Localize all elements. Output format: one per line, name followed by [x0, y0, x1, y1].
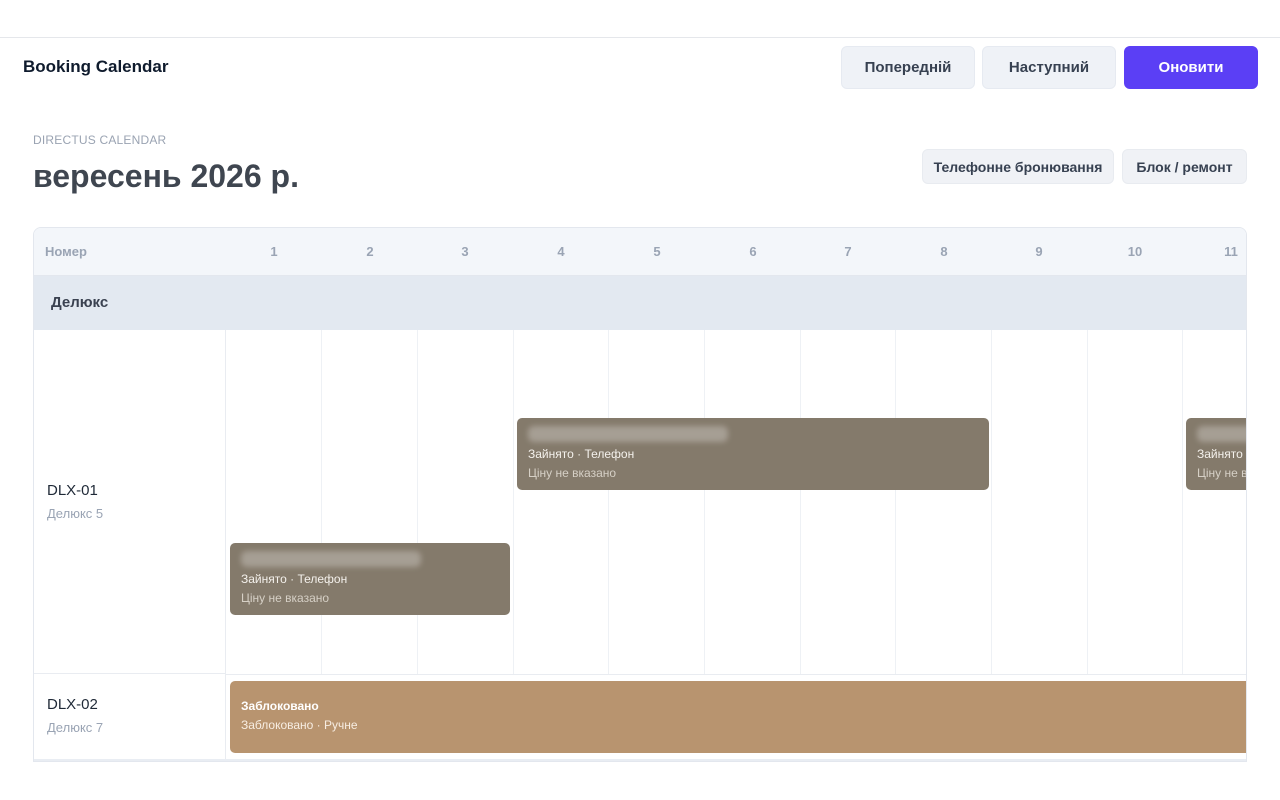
- booking-calendar-grid: Номер 1 2 3 4 5 6 7 8 9 10 11 Делюкс DLX…: [33, 227, 1247, 762]
- guest-name-redacted: [241, 551, 421, 567]
- room-row-header: DLX-02 Делюкс 7: [34, 674, 226, 761]
- blocked-subtitle: Заблоковано · Ручне: [241, 718, 358, 732]
- booking-status: Зайнято · Телефон: [241, 572, 348, 586]
- guest-name-redacted: [1197, 426, 1246, 442]
- calendar-header-row: Номер 1 2 3 4 5 6 7 8 9 10 11: [34, 228, 1246, 276]
- booking-status: Зайнято · Телефон: [1197, 447, 1246, 461]
- booking-block[interactable]: Зайнято · Телефон Ціну не вказано: [517, 418, 989, 490]
- room-code: DLX-02: [47, 696, 98, 713]
- calendar-day-grid: Зайнято · Телефон Ціну не вказано Зайнят…: [226, 330, 1247, 761]
- grid-line: [895, 330, 896, 674]
- grid-line: [704, 330, 705, 674]
- previous-button[interactable]: Попередній: [841, 46, 975, 89]
- day-header: 2: [366, 244, 374, 259]
- day-header: 11: [1224, 244, 1238, 259]
- day-header: 7: [844, 244, 852, 259]
- room-type: Делюкс 5: [47, 506, 104, 521]
- room-group-row: Делюкс: [34, 276, 1246, 330]
- grid-line: [800, 330, 801, 674]
- browser-top-strip: [0, 0, 1280, 38]
- block-repair-button[interactable]: Блок / ремонт: [1122, 149, 1247, 184]
- grid-line: [513, 330, 514, 674]
- booking-price: Ціну не вказано: [528, 466, 617, 480]
- guest-name-redacted: [528, 426, 728, 442]
- grid-line: [1182, 330, 1183, 674]
- month-title: вересень 2026 р.: [33, 158, 299, 194]
- room-type: Делюкс 7: [47, 720, 104, 735]
- booking-status: Зайнято · Телефон: [528, 447, 635, 461]
- grid-bottom-border: [34, 759, 1246, 761]
- blocked-period[interactable]: Заблоковано Заблоковано · Ручне: [230, 681, 1246, 753]
- app-header: Booking Calendar Попередній Наступний Он…: [0, 39, 1280, 97]
- room-column-header: Номер: [45, 244, 87, 259]
- row-divider: [226, 674, 1246, 675]
- app-title: Booking Calendar: [23, 57, 169, 76]
- day-header: 10: [1127, 244, 1143, 259]
- day-header: 8: [940, 244, 948, 259]
- phone-booking-button[interactable]: Телефонне бронювання: [922, 149, 1114, 184]
- grid-line: [608, 330, 609, 674]
- day-header: 3: [461, 244, 469, 259]
- room-code: DLX-01: [47, 482, 98, 499]
- page-subtitle: DIRECTUS CALENDAR: [33, 133, 167, 147]
- refresh-button[interactable]: Оновити: [1124, 46, 1258, 89]
- day-header: 4: [557, 244, 565, 259]
- day-header: 6: [749, 244, 757, 259]
- booking-block[interactable]: Зайнято · Телефон Ціну не вказано: [1186, 418, 1247, 490]
- day-header: 9: [1035, 244, 1043, 259]
- room-group-label: Делюкс: [51, 294, 109, 311]
- day-header: 1: [270, 244, 278, 259]
- booking-block[interactable]: Зайнято · Телефон Ціну не вказано: [230, 543, 510, 615]
- blocked-title: Заблоковано: [241, 699, 319, 713]
- booking-price: Ціну не вказано: [241, 591, 330, 605]
- next-button[interactable]: Наступний: [982, 46, 1116, 89]
- room-row-header: DLX-01 Делюкс 5: [34, 330, 226, 674]
- grid-line: [991, 330, 992, 674]
- grid-line: [417, 330, 418, 674]
- booking-price: Ціну не вказано: [1197, 466, 1247, 480]
- day-header: 5: [653, 244, 661, 259]
- grid-line: [321, 330, 322, 674]
- grid-line: [1087, 330, 1088, 674]
